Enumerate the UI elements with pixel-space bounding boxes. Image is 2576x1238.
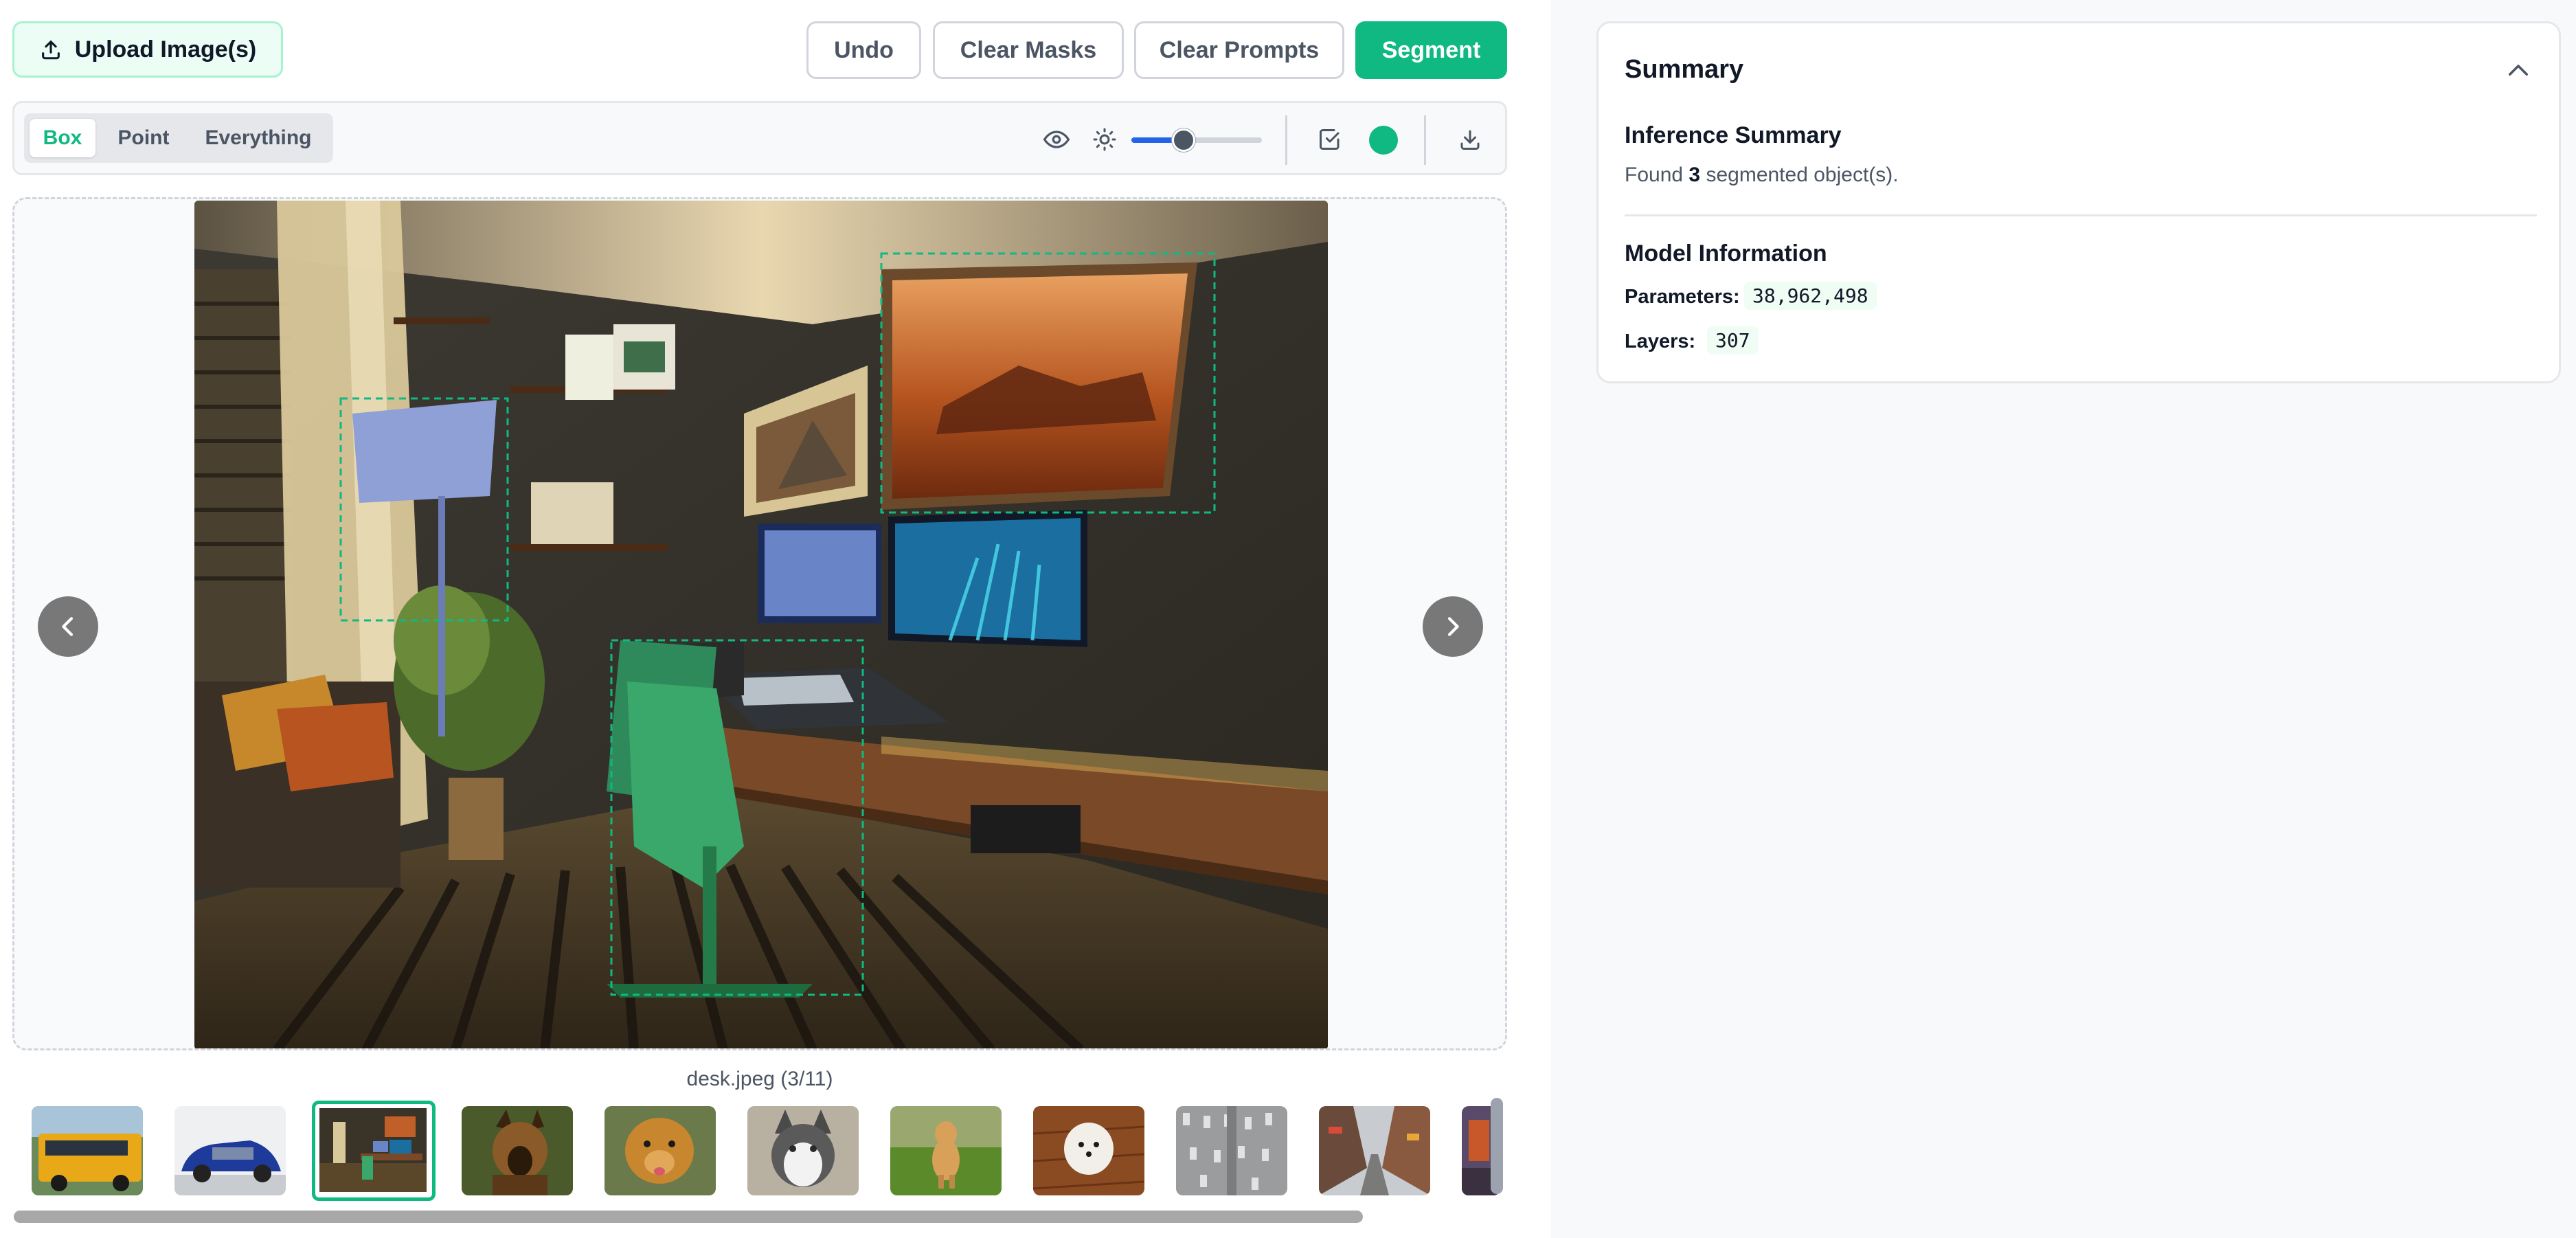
layers-value: 307 — [1707, 326, 1759, 354]
prompt-mode-group: Box Point Everything — [24, 113, 333, 163]
upload-images-button[interactable]: Upload Image(s) — [12, 21, 283, 78]
summary-card: Summary Inference Summary Found 3 segmen… — [1596, 21, 2561, 383]
inference-summary-title: Inference Summary — [1625, 122, 1842, 148]
found-count: 3 — [1688, 164, 1701, 186]
tab-everything[interactable]: Everything — [190, 119, 326, 157]
thumbnail-vertical-scrollbar[interactable] — [1491, 1098, 1503, 1194]
chevron-up-icon[interactable] — [2504, 56, 2533, 85]
summary-title: Summary — [1625, 55, 1744, 84]
parameters-label: Parameters: — [1625, 286, 1740, 308]
clear-masks-button[interactable]: Clear Masks — [933, 21, 1124, 79]
previous-image-button[interactable] — [38, 596, 98, 657]
model-information-title: Model Information — [1625, 240, 1827, 267]
thumbnail-husky[interactable] — [747, 1106, 859, 1195]
upload-icon — [41, 41, 60, 60]
tab-box[interactable]: Box — [30, 119, 95, 157]
clear-prompts-button[interactable]: Clear Prompts — [1134, 21, 1344, 79]
divider — [1424, 115, 1426, 165]
thumbnail-german-shepherd[interactable] — [462, 1106, 573, 1195]
thumbnail-blue-car[interactable] — [174, 1106, 286, 1195]
mask-opacity-slider[interactable] — [1131, 128, 1262, 152]
next-image-button[interactable] — [1423, 596, 1483, 657]
image-caption: desk.jpeg (3/11) — [686, 1068, 833, 1090]
segment-button[interactable]: Segment — [1355, 21, 1507, 79]
found-suffix: segmented object(s). — [1706, 164, 1899, 186]
mask-color-swatch[interactable] — [1369, 126, 1398, 155]
thumbnail-strip[interactable] — [12, 1096, 1507, 1209]
found-prefix: Found — [1625, 164, 1684, 186]
thumbnail-white-puppy[interactable] — [1033, 1106, 1144, 1195]
found-objects-text: Found 3 segmented object(s). — [1625, 164, 1899, 187]
check-square-icon[interactable] — [1315, 125, 1344, 154]
prompt-toolbar: Box Point Everything — [12, 101, 1507, 175]
divider — [1285, 115, 1287, 165]
workspace-pane: Upload Image(s) Undo Clear Masks Clear P… — [0, 0, 1551, 1238]
thumbnail-school-bus[interactable] — [32, 1106, 143, 1195]
thumbnail-parking-lot[interactable] — [1176, 1106, 1287, 1195]
eye-icon[interactable] — [1042, 125, 1071, 154]
image-canvas[interactable] — [12, 197, 1507, 1050]
upload-images-label: Upload Image(s) — [74, 36, 257, 63]
thumbnail-city-street[interactable] — [1319, 1106, 1430, 1195]
thumbnail-golden-retriever[interactable] — [605, 1106, 716, 1195]
thumbnail-desk[interactable] — [312, 1101, 436, 1201]
thumbnail-horizontal-scrollbar[interactable] — [14, 1211, 1363, 1223]
chevron-right-icon — [1447, 617, 1459, 636]
undo-button[interactable]: Undo — [806, 21, 921, 79]
divider — [1625, 214, 2537, 216]
sun-icon — [1090, 125, 1119, 154]
tab-point[interactable]: Point — [105, 119, 182, 157]
parameters-value: 38,962,498 — [1744, 282, 1877, 310]
thumbnail-labrador-field[interactable] — [890, 1106, 1002, 1195]
desk-photo[interactable] — [194, 201, 1328, 1050]
download-icon[interactable] — [1456, 125, 1484, 154]
layers-label: Layers: — [1625, 330, 1696, 352]
chevron-left-icon — [62, 617, 74, 636]
slider-thumb[interactable] — [1172, 128, 1195, 152]
